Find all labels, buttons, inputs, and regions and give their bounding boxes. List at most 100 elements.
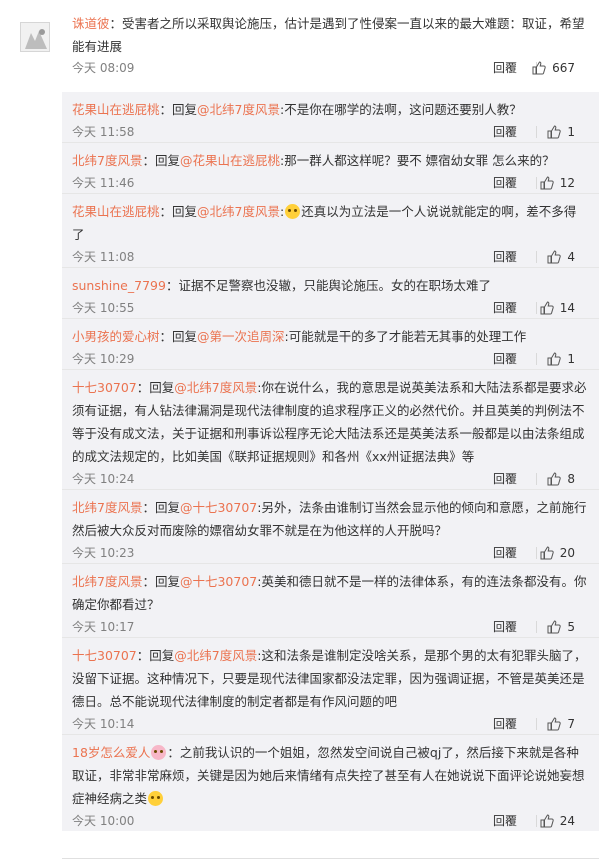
- mention-link[interactable]: @北纬7度风景: [174, 648, 257, 663]
- divider: [536, 815, 537, 827]
- timestamp: 今天 10:24: [72, 472, 135, 486]
- divider: [536, 353, 537, 365]
- username-link[interactable]: 花果山在逃屁桃: [72, 102, 160, 117]
- sleepy-emoji-icon: [285, 204, 301, 219]
- like-button[interactable]: 667: [532, 58, 575, 78]
- username-link[interactable]: 北纬7度风景: [72, 153, 142, 168]
- divider: [536, 547, 537, 559]
- reply-item: 北纬7度风景：回复@十七30707:英美和德日就不是一样的法律体系，有的连法条都…: [62, 564, 599, 638]
- reply-meta: 今天 10:29 回覆 1: [72, 349, 587, 369]
- like-count: 667: [552, 61, 575, 75]
- username-link[interactable]: 小男孩的爱心树: [72, 329, 160, 344]
- username-link[interactable]: 花果山在逃屁桃: [72, 204, 160, 219]
- reply-button[interactable]: 回覆: [493, 714, 517, 734]
- comment-text: 诛道彼：受害者之所以采取舆论施压，估计是遇到了性侵案一直以来的最大难题：取证，希…: [72, 12, 587, 58]
- like-count: 7: [567, 717, 575, 731]
- thumbs-up-icon: [547, 125, 562, 139]
- reply-item: 北纬7度风景：回复@十七30707:另外，法条由谁制订当然会显示他的倾向和意愿，…: [62, 490, 599, 564]
- reply-meta: 今天 11:46 回覆 12: [72, 173, 587, 193]
- thumbs-up-icon: [547, 472, 562, 486]
- divider: [536, 126, 537, 138]
- reply-body: :可能就是干的多了才能若无其事的处理工作: [284, 329, 527, 344]
- reply-button[interactable]: 回覆: [493, 122, 517, 142]
- reply-text: 小男孩的爱心树：回复@第一次追周深:可能就是干的多了才能若无其事的处理工作: [72, 325, 587, 348]
- like-button[interactable]: 12: [540, 173, 575, 193]
- mention-link[interactable]: @十七30707: [180, 500, 257, 515]
- username-link[interactable]: sunshine_7799: [72, 278, 166, 293]
- reply-button[interactable]: 回覆: [493, 173, 517, 193]
- username-link[interactable]: 十七30707: [72, 648, 137, 663]
- thumbs-up-icon: [547, 717, 562, 731]
- comment-body: ：受害者之所以采取舆论施压，估计是遇到了性侵案一直以来的最大难题：取证，希望能有…: [72, 16, 585, 54]
- like-count: 1: [567, 125, 575, 139]
- reply-button[interactable]: 回覆: [493, 247, 517, 267]
- divider: [536, 718, 537, 730]
- timestamp: 今天 08:09: [72, 61, 135, 75]
- reply-button[interactable]: 回覆: [493, 298, 517, 318]
- reply-item: 18岁怎么爱人 ：之前我认识的一个姐姐，忽然发空间说自己被qj了，然后接下来就是各…: [62, 735, 599, 831]
- reply-button[interactable]: 回覆: [493, 349, 517, 369]
- timestamp: 今天 10:23: [72, 546, 135, 560]
- like-button[interactable]: 4: [547, 247, 575, 267]
- reply-prefix: ：回复: [159, 329, 198, 344]
- thumbs-up-icon: [540, 301, 554, 315]
- reply-text: 十七30707：回复@北纬7度风景:你在说什么，我的意思是说英美法系和大陆法系都…: [72, 376, 587, 468]
- mention-link[interactable]: @北纬7度风景: [197, 102, 280, 117]
- thumbs-up-icon: [540, 546, 554, 560]
- reply-text: 18岁怎么爱人 ：之前我认识的一个姐姐，忽然发空间说自己被qj了，然后接下来就是各…: [72, 741, 587, 810]
- like-count: 1: [567, 352, 575, 366]
- reply-button[interactable]: 回覆: [493, 58, 517, 78]
- main-comment: 诛道彼：受害者之所以采取舆论施压，估计是遇到了性侵案一直以来的最大难题：取证，希…: [0, 0, 599, 92]
- reply-meta: 今天 11:08 回覆 4: [72, 247, 587, 267]
- reply-button[interactable]: 回覆: [493, 617, 517, 637]
- divider: [536, 473, 537, 485]
- reply-button[interactable]: 回覆: [493, 469, 517, 489]
- username-link[interactable]: 18岁怎么爱人: [72, 745, 150, 760]
- username-link[interactable]: 北纬7度风景: [72, 574, 142, 589]
- reply-item: 十七30707：回复@北纬7度风景:你在说什么，我的意思是说英美法系和大陆法系都…: [62, 370, 599, 490]
- reply-item: 花果山在逃屁桃：回复@北纬7度风景: 还真以为立法是一个人说说就能定的啊，差不多得…: [62, 194, 599, 268]
- timestamp: 今天 10:29: [72, 352, 135, 366]
- mention-link[interactable]: @十七30707: [180, 574, 257, 589]
- divider: [536, 621, 537, 633]
- timestamp: 今天 10:14: [72, 717, 135, 731]
- reply-text: sunshine_7799：证据不足警察也没辙，只能舆论施压。女的在职场太难了: [72, 274, 587, 297]
- mention-link[interactable]: @花果山在逃屁桃: [180, 153, 280, 168]
- like-button[interactable]: 1: [547, 122, 575, 142]
- reply-prefix: ：回复: [159, 204, 198, 219]
- reply-button[interactable]: 回覆: [493, 543, 517, 563]
- like-count: 4: [567, 250, 575, 264]
- like-button[interactable]: 24: [540, 811, 575, 831]
- reply-prefix: ：回复: [142, 153, 180, 168]
- username-link[interactable]: 十七30707: [72, 380, 137, 395]
- timestamp: 今天 11:46: [72, 176, 135, 190]
- mention-link[interactable]: @北纬7度风景: [174, 380, 257, 395]
- divider: [536, 251, 537, 263]
- mention-link[interactable]: @第一次追周深: [197, 329, 285, 344]
- like-count: 5: [567, 620, 575, 634]
- reply-prefix: ：回复: [142, 574, 180, 589]
- reply-item: sunshine_7799：证据不足警察也没辙，只能舆论施压。女的在职场太难了 …: [62, 268, 599, 319]
- like-count: 12: [559, 176, 575, 190]
- badge-emoji-icon: [151, 745, 167, 760]
- reply-meta: 今天 10:00 回覆 24: [72, 811, 587, 831]
- like-button[interactable]: 5: [547, 617, 575, 637]
- mention-link[interactable]: @北纬7度风景: [197, 204, 280, 219]
- reply-prefix: ：回复: [136, 648, 175, 663]
- thumbs-up-icon: [532, 61, 546, 75]
- like-button[interactable]: 20: [540, 543, 575, 563]
- like-button[interactable]: 7: [547, 714, 575, 734]
- username-link[interactable]: 北纬7度风景: [72, 500, 142, 515]
- reply-prefix: ：回复: [142, 500, 180, 515]
- shy-emoji-icon: [148, 791, 164, 806]
- avatar[interactable]: [20, 22, 50, 52]
- comment-meta: 今天 08:09 回覆 667: [72, 58, 587, 78]
- like-button[interactable]: 8: [547, 469, 575, 489]
- like-button[interactable]: 1: [547, 349, 575, 369]
- timestamp: 今天 11:08: [72, 250, 135, 264]
- reply-button[interactable]: 回覆: [493, 811, 517, 831]
- reply-item: 北纬7度风景：回复@花果山在逃屁桃:那一群人都这样呢？要不 嫖宿幼女罪 怎么来的…: [62, 143, 599, 194]
- username-link[interactable]: 诛道彼: [72, 16, 110, 31]
- like-button[interactable]: 14: [540, 298, 575, 318]
- reply-item: 花果山在逃屁桃：回复@北纬7度风景:不是你在哪学的法啊，这问题还要别人教？ 今天…: [62, 92, 599, 143]
